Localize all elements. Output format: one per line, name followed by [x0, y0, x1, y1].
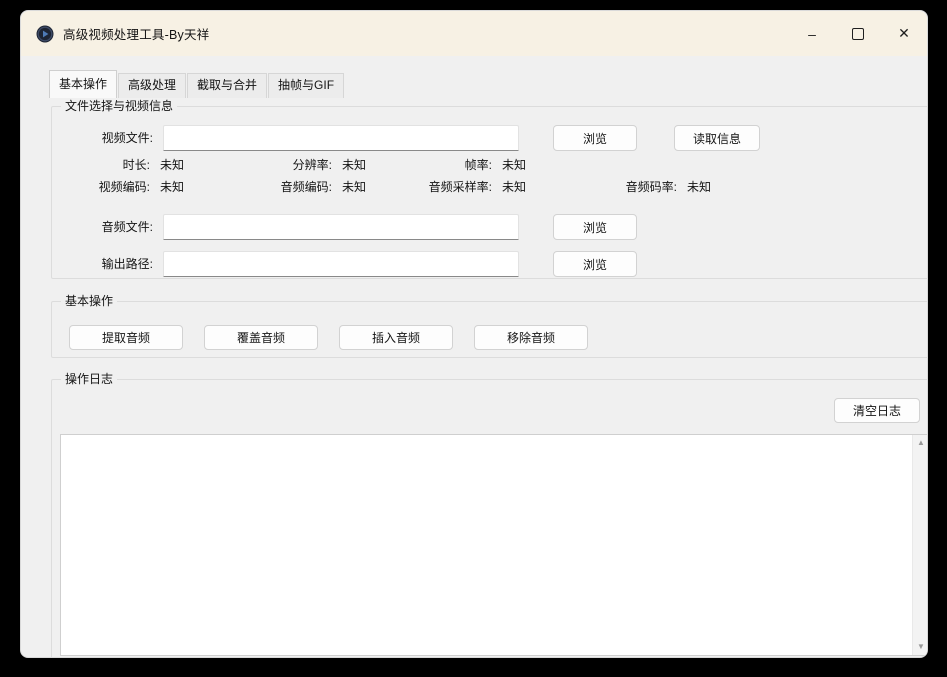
group-basic-operations-title: 基本操作	[61, 294, 117, 309]
group-operation-log-title: 操作日志	[61, 372, 117, 387]
duration-value: 未知	[150, 154, 260, 176]
minimize-button[interactable]: –	[789, 11, 835, 56]
audio-browse-button[interactable]: 浏览	[553, 214, 637, 240]
replace-audio-button[interactable]: 覆盖音频	[204, 325, 318, 350]
group-file-selection: 文件选择与视频信息 视频文件: 浏览 读取信息 时长: 未知 分辨率: 未知 帧…	[51, 106, 928, 279]
close-icon: ✕	[898, 25, 910, 42]
app-window: 高级视频处理工具-By天祥 – ✕ 基本操作 高级处理 截取与合并 抽帧与GIF…	[20, 10, 928, 658]
close-button[interactable]: ✕	[881, 11, 927, 56]
output-path-label: 输出路径:	[60, 251, 153, 277]
window-title: 高级视频处理工具-By天祥	[63, 24, 209, 43]
log-textarea[interactable]: ▲ ▼	[60, 434, 928, 656]
video-browse-button[interactable]: 浏览	[553, 125, 637, 151]
maximize-icon	[852, 28, 864, 40]
read-info-button[interactable]: 读取信息	[674, 125, 760, 151]
video-file-input[interactable]	[163, 125, 519, 151]
resolution-label: 分辨率:	[260, 154, 332, 176]
group-file-selection-title: 文件选择与视频信息	[61, 99, 177, 114]
video-file-label: 视频文件:	[60, 125, 153, 151]
output-browse-button[interactable]: 浏览	[553, 251, 637, 277]
video-codec-value: 未知	[150, 176, 260, 198]
output-path-input[interactable]	[163, 251, 519, 277]
audio-codec-label: 音频编码:	[260, 176, 332, 198]
row1-spacer-value	[677, 154, 760, 176]
titlebar: 高级视频处理工具-By天祥 – ✕	[21, 11, 927, 56]
app-video-player-icon	[36, 25, 54, 43]
audio-file-input[interactable]	[163, 214, 519, 240]
insert-audio-button[interactable]: 插入音频	[339, 325, 453, 350]
tab-bar: 基本操作 高级处理 截取与合并 抽帧与GIF	[49, 70, 345, 98]
audio-codec-value: 未知	[332, 176, 402, 198]
audio-file-label: 音频文件:	[60, 214, 153, 240]
log-content	[61, 435, 912, 655]
screen: { "window": { "title": "高级视频处理工具-By天祥" }…	[0, 0, 947, 677]
audio-samplerate-label: 音频采样率:	[402, 176, 492, 198]
group-basic-operations: 基本操作 提取音频 覆盖音频 插入音频 移除音频	[51, 301, 928, 358]
tab-advanced-processing[interactable]: 高级处理	[118, 73, 186, 98]
resolution-value: 未知	[332, 154, 402, 176]
group-operation-log: 操作日志 清空日志 ▲ ▼	[51, 379, 928, 658]
clear-log-button[interactable]: 清空日志	[834, 398, 920, 423]
framerate-value: 未知	[492, 154, 562, 176]
remove-audio-button[interactable]: 移除音频	[474, 325, 588, 350]
log-scrollbar[interactable]: ▲ ▼	[912, 435, 928, 655]
scroll-up-icon[interactable]: ▲	[913, 435, 928, 451]
framerate-label: 帧率:	[402, 154, 492, 176]
audio-samplerate-value: 未知	[492, 176, 562, 198]
video-info-grid: 时长: 未知 分辨率: 未知 帧率: 未知 视频编码: 未知 音频编码: 未知 …	[60, 154, 760, 198]
audio-bitrate-label: 音频码率:	[562, 176, 677, 198]
video-codec-label: 视频编码:	[60, 176, 150, 198]
audio-bitrate-value: 未知	[677, 176, 760, 198]
row1-spacer-label	[562, 154, 677, 176]
scroll-down-icon[interactable]: ▼	[913, 639, 928, 655]
minimize-icon: –	[808, 26, 816, 42]
tab-cut-and-merge[interactable]: 截取与合并	[187, 73, 267, 98]
maximize-button[interactable]	[835, 11, 881, 56]
duration-label: 时长:	[60, 154, 150, 176]
extract-audio-button[interactable]: 提取音频	[69, 325, 183, 350]
tab-frames-and-gif[interactable]: 抽帧与GIF	[268, 73, 344, 98]
tab-basic-operations[interactable]: 基本操作	[49, 70, 117, 98]
window-controls: – ✕	[789, 11, 927, 56]
